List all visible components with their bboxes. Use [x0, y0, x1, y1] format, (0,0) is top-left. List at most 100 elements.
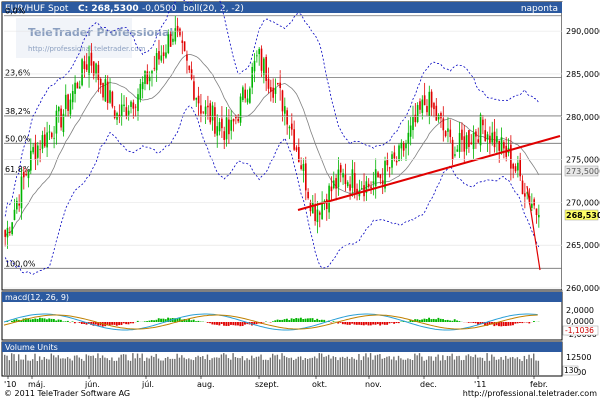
- volume-bar: [416, 355, 418, 375]
- volume-bar: [43, 357, 46, 375]
- last-price-label: 268,5300: [566, 211, 600, 220]
- macd-histogram-bar: [108, 322, 111, 326]
- candle-body: [314, 205, 316, 222]
- header-indicator: boll(20, 2, -2): [183, 4, 244, 14]
- macd-histogram-bar: [318, 320, 321, 322]
- macd-histogram-bar: [223, 322, 225, 326]
- volume-bar: [132, 353, 134, 375]
- volume-bar: [432, 360, 435, 375]
- macd-histogram-bar: [192, 319, 195, 322]
- candle-body: [102, 82, 104, 98]
- volume-bar: [223, 353, 225, 375]
- candle-body: [20, 176, 23, 209]
- candle-body: [281, 90, 284, 112]
- candle-body: [377, 172, 379, 178]
- candle-body: [97, 64, 100, 80]
- volume-bar: [409, 359, 411, 375]
- volume-bar: [111, 357, 113, 375]
- macd-histogram-bar: [430, 319, 433, 322]
- macd-histogram-bar: [55, 320, 58, 322]
- candle-body: [414, 114, 417, 123]
- candle-body: [216, 126, 219, 136]
- candle-body: [274, 87, 277, 94]
- volume-bar: [484, 360, 486, 375]
- volume-bar: [197, 355, 199, 375]
- candle-body: [125, 107, 128, 116]
- time-axis-label: dec.: [420, 380, 437, 389]
- candle-body: [111, 91, 114, 107]
- volume-bar: [449, 356, 451, 375]
- volume-bar: [460, 360, 463, 375]
- candle-body: [221, 118, 223, 129]
- volume-bar: [309, 358, 311, 375]
- volume-bar: [160, 360, 162, 375]
- volume-bar: [502, 359, 505, 375]
- time-axis-label: máj.: [28, 380, 45, 389]
- volume-bar: [402, 359, 404, 375]
- volume-bar: [332, 356, 334, 375]
- volume-bar: [465, 355, 467, 375]
- candle-body: [519, 158, 522, 177]
- macd-last-label: -1,1036: [565, 326, 594, 335]
- macd-histogram-bar: [442, 319, 444, 322]
- volume-bar: [444, 360, 446, 375]
- volume-bar: [209, 359, 211, 375]
- candle-body: [293, 129, 295, 150]
- candle-body: [85, 64, 88, 70]
- candle-body: [43, 134, 46, 147]
- volume-bar: [414, 353, 416, 375]
- volume-bar: [318, 353, 321, 375]
- volume-bar: [83, 360, 85, 375]
- candle-body: [69, 99, 72, 115]
- candle-body: [6, 227, 9, 238]
- macd-histogram-bar: [272, 321, 274, 322]
- header-period: naponta: [521, 4, 558, 14]
- candle-body: [29, 150, 32, 171]
- candle-body: [50, 132, 53, 138]
- macd-histogram-bar: [146, 321, 149, 322]
- volume-bar: [150, 355, 153, 375]
- volume-bar: [276, 354, 279, 375]
- macd-histogram-bar: [453, 319, 456, 322]
- macd-histogram-bar: [160, 318, 163, 322]
- macd-tick-mid: 0,0000: [566, 317, 594, 326]
- candle-body: [300, 165, 302, 169]
- candle-body: [53, 137, 55, 139]
- volume-bar: [339, 357, 341, 375]
- price-tick-label: 265,0000: [566, 241, 600, 250]
- macd-histogram-bar: [73, 322, 76, 324]
- price-tick-label: 275,0000: [566, 156, 600, 165]
- candle-body: [83, 61, 86, 70]
- volume-bar: [164, 358, 167, 375]
- volume-bar: [258, 356, 260, 375]
- time-axis-label: okt.: [312, 380, 327, 389]
- macd-histogram-bar: [52, 319, 55, 322]
- fibonacci-label: 100,0%: [5, 259, 36, 268]
- volume-bar: [45, 358, 48, 375]
- macd-histogram-bar: [148, 320, 151, 322]
- candle-body: [106, 81, 109, 103]
- candle-body: [193, 81, 195, 100]
- candle-body: [181, 40, 184, 43]
- volume-bar: [183, 357, 185, 375]
- macd-histogram-bar: [425, 319, 428, 322]
- candle-body: [256, 55, 258, 57]
- volume-bar: [330, 358, 332, 375]
- candle-body: [172, 38, 174, 42]
- price-tick-label: 270,0000: [566, 198, 600, 207]
- volume-bar: [99, 358, 101, 375]
- volume-bar: [304, 357, 307, 375]
- volume-bar: [488, 360, 491, 375]
- candle-body: [442, 118, 445, 131]
- candle-body: [463, 136, 466, 152]
- volume-bar: [38, 356, 41, 375]
- candle-body: [498, 140, 501, 151]
- candle-body: [400, 142, 403, 149]
- candle-body: [242, 87, 244, 100]
- volume-bar: [69, 358, 71, 375]
- macd-histogram-bar: [309, 318, 312, 322]
- volume-bar: [507, 358, 509, 375]
- candle-body: [74, 82, 76, 94]
- macd-histogram-bar: [115, 322, 118, 326]
- candle-body: [344, 174, 347, 185]
